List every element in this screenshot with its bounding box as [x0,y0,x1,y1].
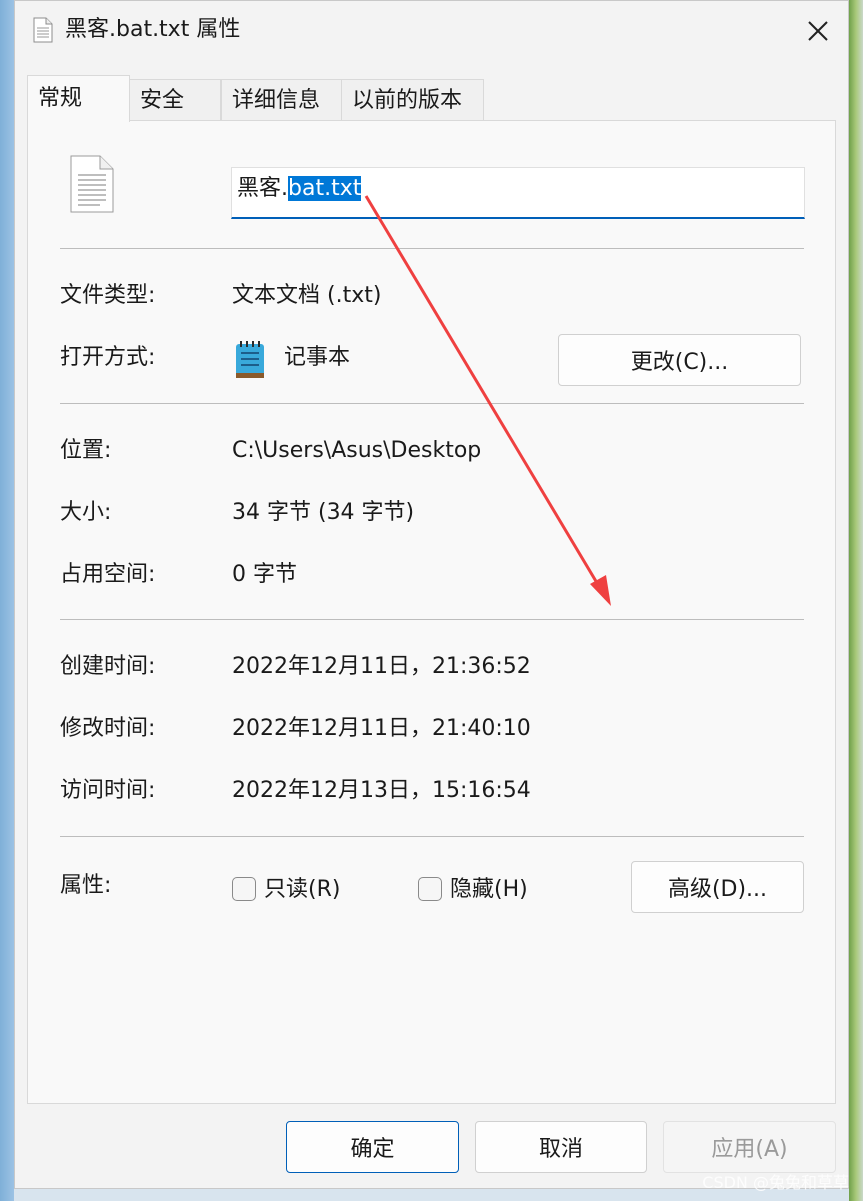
general-panel: 黑客.bat.txt 文件类型: 文本文档 (.txt) 打开方式: 记事本 更… [27,120,836,1104]
accessed-value: 2022年12月13日，15:16:54 [232,778,531,803]
size-label: 大小: [60,500,112,525]
apply-button[interactable]: 应用(A) [663,1121,836,1173]
properties-dialog: 黑客.bat.txt 属性 常规 安全 详细信息 以前的版本 黑客.bat.tx… [14,0,849,1189]
location-value: C:\Users\Asus\Desktop [232,438,482,463]
watermark: CSDN @兔兔和草草 [702,1173,849,1192]
close-icon [808,21,828,41]
change-button[interactable]: 更改(C)... [558,334,801,386]
size-on-disk-label: 占用空间: [60,562,156,587]
title-bar[interactable]: 黑客.bat.txt 属性 [15,1,848,61]
text-file-icon [33,17,53,43]
hidden-checkbox[interactable] [418,877,442,901]
divider [60,248,804,249]
divider [60,619,804,620]
tab-security[interactable]: 安全 [129,79,221,121]
opens-with-value: 记事本 [284,345,351,370]
file-type-value: 文本文档 (.txt) [232,283,382,308]
accessed-label: 访问时间: [60,778,156,803]
location-label: 位置: [60,438,112,463]
created-value: 2022年12月11日，21:36:52 [232,654,531,679]
size-on-disk-value: 0 字节 [232,562,297,587]
window-title: 黑客.bat.txt 属性 [65,17,241,42]
tab-details[interactable]: 详细信息 [221,79,342,121]
readonly-checkbox[interactable] [232,877,256,901]
tab-previous-versions[interactable]: 以前的版本 [341,79,484,121]
ok-button[interactable]: 确定 [286,1121,459,1173]
created-label: 创建时间: [60,654,156,679]
modified-label: 修改时间: [60,716,156,741]
cancel-button[interactable]: 取消 [475,1121,647,1173]
hidden-label[interactable]: 隐藏(H) [450,875,528,905]
text-file-icon [70,155,114,213]
notepad-icon [236,341,264,378]
file-name-text: 黑客. [237,176,288,201]
divider [60,403,804,404]
file-name-input[interactable]: 黑客.bat.txt [231,167,805,219]
opens-with-label: 打开方式: [60,345,156,370]
modified-value: 2022年12月11日，21:40:10 [232,716,531,741]
size-value: 34 字节 (34 字节) [232,500,415,525]
close-button[interactable] [788,1,848,61]
file-type-label: 文件类型: [60,283,156,308]
tab-general[interactable]: 常规 [27,75,130,122]
readonly-label[interactable]: 只读(R) [264,875,340,905]
attributes-label: 属性: [60,873,112,898]
file-name-selection: bat.txt [288,176,362,201]
advanced-button[interactable]: 高级(D)... [631,861,804,913]
divider [60,836,804,837]
